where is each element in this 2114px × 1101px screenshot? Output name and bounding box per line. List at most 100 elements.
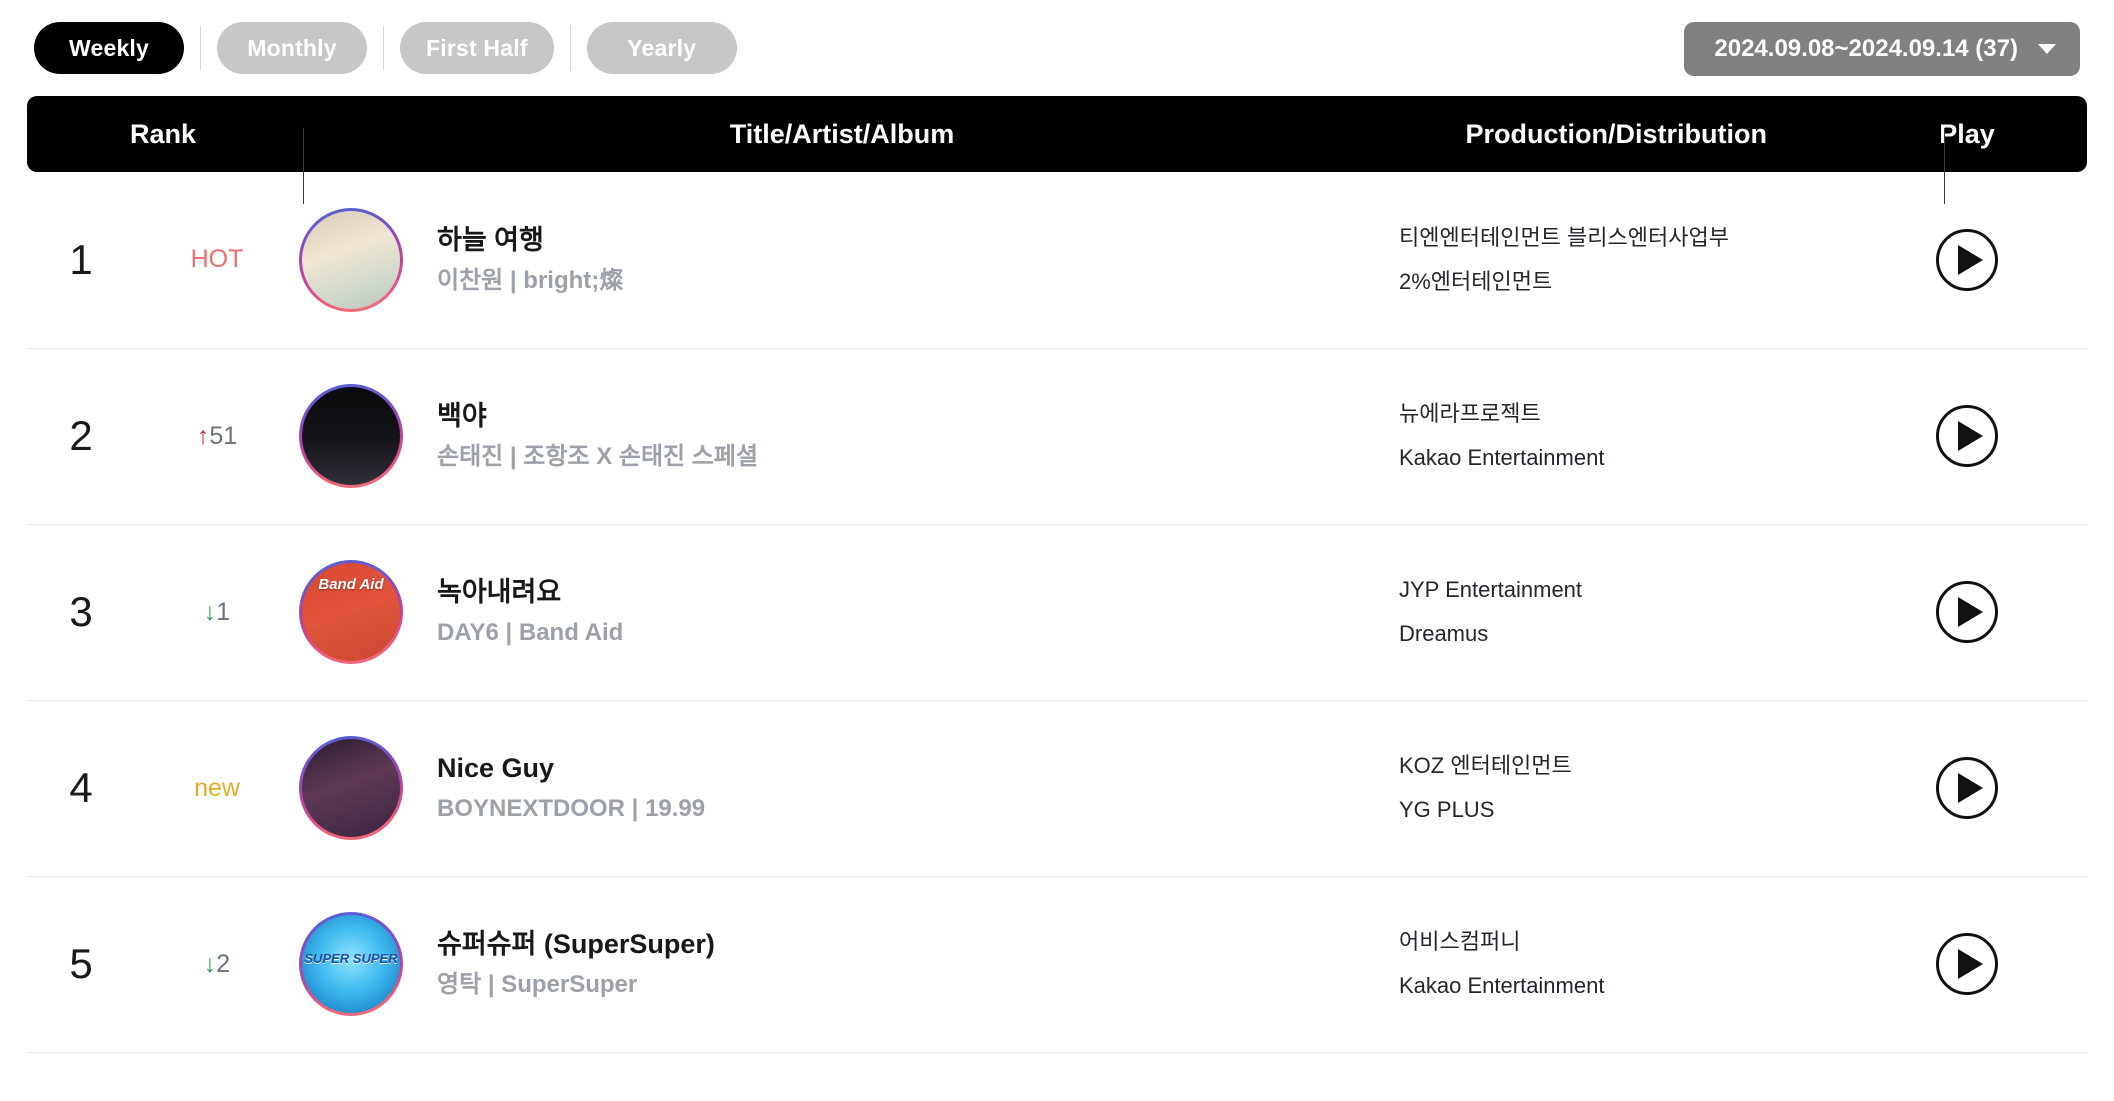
- play-button[interactable]: [1936, 405, 1998, 467]
- artist-album[interactable]: BOYNEXTDOOR | 19.99: [437, 795, 705, 824]
- play-icon: [1957, 597, 1983, 627]
- play-icon: [1957, 773, 1983, 803]
- table-header-row: Rank Title/Artist/Album Production/Distr…: [27, 96, 2087, 172]
- new-badge: new: [194, 773, 240, 802]
- production-name: KOZ 엔터테인먼트: [1399, 753, 1572, 778]
- production-name: 티엔엔터테인먼트 블리스엔터사업부: [1399, 224, 1729, 250]
- production-cell: 티엔엔터테인먼트 블리스엔터사업부 2%엔터테인먼트: [1385, 172, 1847, 348]
- date-range-selector[interactable]: 2024.09.08~2024.09.14 (37): [1684, 22, 2080, 76]
- table-body: 1 HOT 하늘 여행 이찬원 | bright;燦 티엔엔터테인먼트 블리스엔…: [27, 172, 2087, 1052]
- date-range-label: 2024.09.08~2024.09.14 (37): [1714, 35, 2018, 62]
- album-thumbnail[interactable]: [299, 736, 403, 840]
- production-cell: JYP Entertainment Dreamus: [1385, 524, 1847, 700]
- rank-cell: 2 ↑51: [27, 348, 299, 524]
- header-production: Production/Distribution: [1465, 118, 1767, 149]
- rank-number: 1: [69, 235, 93, 283]
- album-art-image: SUPER SUPER: [302, 915, 400, 1013]
- play-button[interactable]: [1936, 933, 1998, 995]
- table-row[interactable]: 3 ↓1 Band Aid 녹아내려요 DAY6 | Band Aid JYP …: [27, 524, 2087, 700]
- song-title[interactable]: 백야: [437, 400, 758, 432]
- album-art-image: [302, 387, 400, 485]
- album-art-image: Band Aid: [302, 563, 400, 661]
- play-icon: [1957, 244, 1983, 275]
- production-cell: 뉴에라프로젝트 Kakao Entertainment: [1385, 348, 1847, 524]
- table-row[interactable]: 5 ↓2 SUPER SUPER 슈퍼슈퍼 (SuperSuper) 영탁 | …: [27, 876, 2087, 1052]
- rank-change-indicator: ↑51: [135, 422, 299, 451]
- rank-cell: 5 ↓2: [27, 876, 299, 1052]
- rank-delta: 2: [216, 949, 231, 978]
- production-name: 뉴에라프로젝트: [1399, 401, 1541, 426]
- play-icon: [1957, 949, 1983, 979]
- rank-cell: 4 new: [27, 700, 299, 876]
- production-name: JYP Entertainment: [1399, 577, 1583, 602]
- play-button[interactable]: [1936, 228, 1998, 291]
- tab-divider-3: [569, 26, 571, 70]
- rank-cell: 1 HOT: [27, 172, 299, 348]
- table-row[interactable]: 2 ↑51 백야 손태진 | 조항조 X 손태진 스페셜 뉴에라프로젝트 Kak…: [27, 348, 2087, 524]
- rank-cell: 3 ↓1: [27, 524, 299, 700]
- title-cell: Nice Guy BOYNEXTDOOR | 19.99: [299, 700, 1385, 876]
- play-cell: [1847, 876, 2087, 1052]
- distribution-name: Kakao Entertainment: [1399, 445, 1605, 470]
- arrow-down-icon: ↓: [203, 949, 217, 978]
- tab-divider-2: [383, 26, 384, 70]
- rank-number: 5: [69, 940, 93, 987]
- distribution-name: Kakao Entertainment: [1399, 973, 1605, 998]
- song-title[interactable]: 녹아내려요: [437, 576, 623, 608]
- album-thumbnail[interactable]: Band Aid: [299, 560, 403, 664]
- play-button[interactable]: [1936, 581, 1998, 643]
- play-button[interactable]: [1936, 757, 1998, 819]
- album-art-image: [302, 210, 400, 309]
- album-thumbnail[interactable]: [299, 384, 403, 488]
- title-cell: 백야 손태진 | 조항조 X 손태진 스페셜: [299, 348, 1385, 524]
- rank-change-indicator: ↓2: [135, 950, 299, 979]
- title-cell: SUPER SUPER 슈퍼슈퍼 (SuperSuper) 영탁 | Super…: [299, 876, 1385, 1052]
- period-tab-group: Weekly Monthly First Half Yearly: [34, 0, 737, 96]
- play-cell: [1847, 524, 2087, 700]
- album-art-image: [302, 739, 400, 837]
- table-row[interactable]: 1 HOT 하늘 여행 이찬원 | bright;燦 티엔엔터테인먼트 블리스엔…: [27, 172, 2087, 348]
- album-thumbnail[interactable]: [299, 207, 403, 312]
- tab-yearly[interactable]: Yearly: [586, 22, 737, 74]
- album-art-text: SUPER SUPER: [304, 951, 398, 967]
- title-cell: Band Aid 녹아내려요 DAY6 | Band Aid: [299, 524, 1385, 700]
- play-cell: [1847, 172, 2087, 348]
- header-divider-2: [1944, 128, 1945, 204]
- table-header: Rank Title/Artist/Album Production/Distr…: [27, 96, 2087, 172]
- arrow-down-icon: ↓: [203, 597, 217, 626]
- production-name: 어비스컴퍼니: [1399, 929, 1521, 954]
- song-title[interactable]: Nice Guy: [437, 752, 705, 784]
- rank-delta: 1: [216, 597, 231, 626]
- header-title: Title/Artist/Album: [729, 118, 955, 149]
- tab-divider-1: [200, 26, 201, 70]
- hot-badge: HOT: [190, 245, 244, 274]
- play-cell: [1847, 700, 2087, 876]
- top-control-bar: Weekly Monthly First Half Yearly 2024.09…: [0, 0, 2114, 96]
- artist-album[interactable]: 영탁 | SuperSuper: [437, 971, 715, 1000]
- album-thumbnail[interactable]: SUPER SUPER: [299, 912, 403, 1016]
- rank-number: 2: [69, 412, 93, 459]
- rank-change-indicator: ↓1: [135, 598, 299, 627]
- song-title[interactable]: 슈퍼슈퍼 (SuperSuper): [437, 928, 715, 960]
- distribution-name: Dreamus: [1399, 621, 1489, 646]
- artist-album[interactable]: DAY6 | Band Aid: [437, 619, 623, 648]
- table-row[interactable]: 4 new Nice Guy BOYNEXTDOOR | 19.99 KOZ 엔…: [27, 700, 2087, 876]
- rank-delta: 51: [209, 421, 238, 450]
- tab-weekly[interactable]: Weekly: [34, 22, 184, 74]
- artist-album[interactable]: 손태진 | 조항조 X 손태진 스페셜: [437, 443, 758, 472]
- rank-number: 4: [69, 764, 93, 811]
- rank-change-indicator: HOT: [135, 245, 299, 274]
- play-cell: [1847, 348, 2087, 524]
- header-divider-1: [303, 128, 304, 204]
- artist-album[interactable]: 이찬원 | bright;燦: [437, 267, 623, 296]
- title-cell: 하늘 여행 이찬원 | bright;燦: [299, 172, 1385, 348]
- distribution-name: YG PLUS: [1399, 797, 1495, 822]
- production-cell: KOZ 엔터테인먼트 YG PLUS: [1385, 700, 1847, 876]
- rank-number: 3: [69, 588, 93, 635]
- rank-change-indicator: new: [135, 774, 299, 803]
- chevron-down-icon: [2038, 44, 2056, 54]
- tab-monthly[interactable]: Monthly: [217, 22, 367, 74]
- album-art-text: Band Aid: [318, 575, 384, 593]
- tab-first-half[interactable]: First Half: [400, 22, 554, 74]
- song-title[interactable]: 하늘 여행: [437, 224, 623, 256]
